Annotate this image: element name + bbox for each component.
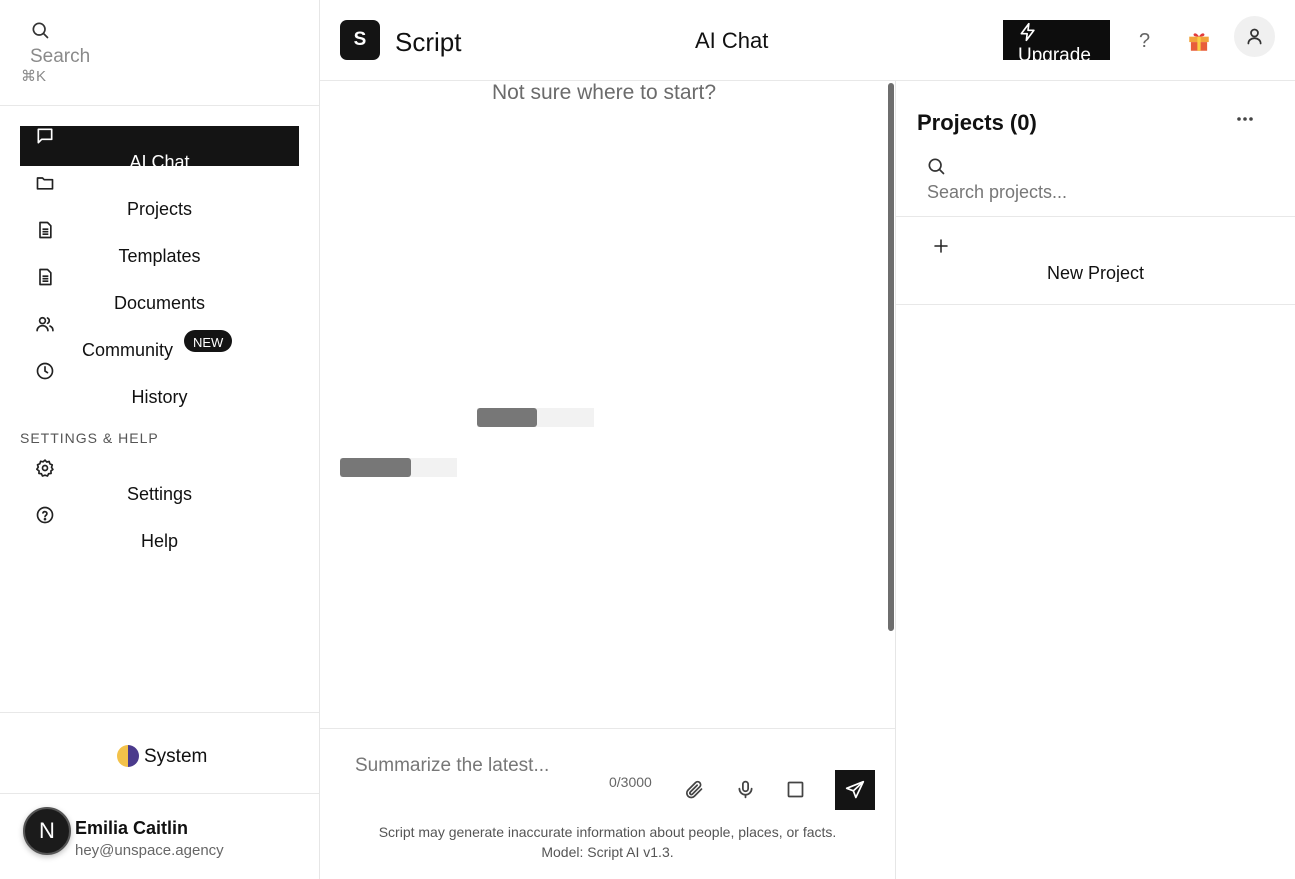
- chat-icon: [35, 126, 55, 146]
- sidebar-item-label: Projects: [126, 199, 193, 219]
- send-button[interactable]: [835, 770, 875, 810]
- plus-icon: [932, 237, 950, 255]
- stop-icon[interactable]: [785, 779, 806, 800]
- user-email: hey@unspace.agency: [75, 842, 224, 859]
- sidebar-item-label: History: [131, 387, 188, 407]
- upgrade-label: Upgrade: [1018, 45, 1091, 60]
- gift-icon[interactable]: [1186, 28, 1212, 54]
- sidebar: Search ⌘K AI Chat Projects Templates Doc…: [0, 0, 320, 879]
- users-icon: [35, 314, 55, 334]
- sidebar-item-projects[interactable]: Projects: [20, 173, 299, 219]
- clock-icon: [35, 361, 55, 381]
- project-search-input[interactable]: Search projects...: [927, 182, 1067, 203]
- settings-section-title: SETTINGS & HELP: [20, 430, 159, 446]
- document-icon: [35, 220, 55, 240]
- search-icon: [926, 156, 946, 176]
- gear-icon: [35, 458, 55, 478]
- user-menu-button[interactable]: [1234, 16, 1275, 57]
- help-button[interactable]: ?: [1139, 30, 1150, 53]
- projects-panel: Projects (0) Search projects... New Proj…: [895, 81, 1295, 879]
- search-icon: [30, 20, 50, 40]
- new-project-label: New Project: [1046, 263, 1145, 282]
- theme-toggle[interactable]: System: [0, 712, 319, 794]
- chat-scrollbar[interactable]: [888, 83, 894, 631]
- upgrade-button[interactable]: Upgrade: [1003, 20, 1110, 60]
- search-placeholder[interactable]: Search: [30, 46, 90, 68]
- character-counter: 0/3000: [609, 774, 652, 790]
- model-version: Model: Script AI v1.3.: [541, 844, 674, 860]
- sidebar-item-templates[interactable]: Templates: [20, 220, 299, 266]
- folder-icon: [35, 173, 55, 193]
- user-name: Emilia Caitlin: [75, 818, 189, 838]
- page-title: AI Chat: [695, 28, 769, 53]
- more-options-icon[interactable]: [1236, 116, 1254, 122]
- sidebar-item-label: AI Chat: [129, 152, 190, 172]
- user-profile[interactable]: N Emilia Caitlin hey@unspace.agency: [0, 795, 319, 879]
- theme-label: System: [144, 746, 208, 767]
- sidebar-item-label: Documents: [113, 293, 206, 313]
- chat-area: Not sure where to start? Summarize the l…: [320, 81, 895, 879]
- top-header: S Script AI Chat Upgrade ?: [320, 0, 1295, 81]
- theme-icon: [117, 745, 139, 767]
- sidebar-item-label: Templates: [118, 246, 201, 266]
- sidebar-item-help[interactable]: Help: [20, 505, 299, 551]
- projects-title: Projects (0): [917, 110, 1037, 135]
- disclaimer: Script may generate inaccurate informati…: [320, 822, 895, 862]
- sidebar-item-history[interactable]: History: [20, 361, 299, 407]
- document-icon: [35, 267, 55, 287]
- message-composer: Summarize the latest... 0/3000 Script ma…: [320, 728, 895, 879]
- project-search[interactable]: Search projects...: [896, 141, 1295, 217]
- avatar[interactable]: N: [23, 807, 71, 855]
- user-icon: [1247, 28, 1262, 45]
- loading-placeholder-fill: [477, 408, 537, 427]
- disclaimer-text: Script may generate inaccurate informati…: [378, 824, 837, 840]
- sidebar-item-documents[interactable]: Documents: [20, 267, 299, 313]
- help-circle-icon: [35, 505, 55, 525]
- brand-name: Script: [395, 27, 462, 57]
- sidebar-item-settings[interactable]: Settings: [20, 458, 299, 504]
- send-icon: [845, 780, 865, 799]
- sidebar-search[interactable]: Search ⌘K: [0, 0, 319, 106]
- attach-icon[interactable]: [684, 779, 705, 800]
- sidebar-item-community[interactable]: Community NEW: [20, 314, 299, 360]
- new-badge: NEW: [184, 330, 233, 352]
- new-project-button[interactable]: New Project: [896, 218, 1295, 305]
- sidebar-item-ai-chat[interactable]: AI Chat: [20, 126, 299, 172]
- chat-hint: Not sure where to start?: [491, 81, 717, 104]
- microphone-icon[interactable]: [735, 779, 756, 800]
- lightning-icon: [1018, 22, 1038, 42]
- loading-placeholder-fill: [340, 458, 411, 477]
- logo[interactable]: S: [340, 20, 380, 60]
- sidebar-item-label: Community: [82, 340, 174, 360]
- search-shortcut: ⌘K: [21, 68, 47, 85]
- message-input[interactable]: Summarize the latest...: [355, 755, 549, 777]
- sidebar-item-label: Help: [140, 531, 179, 551]
- sidebar-item-label: Settings: [126, 484, 193, 504]
